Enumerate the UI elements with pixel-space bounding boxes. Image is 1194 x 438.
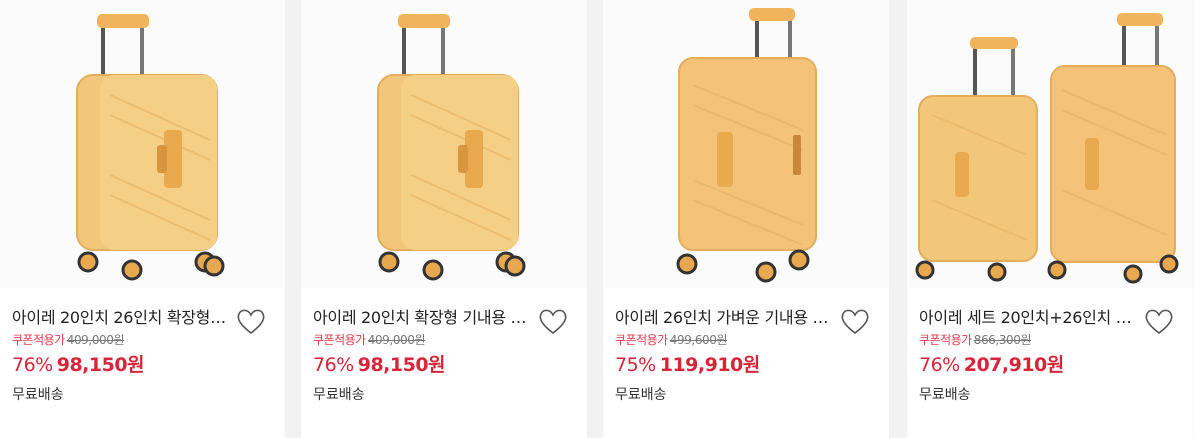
product-card[interactable]: 아이레 26인치 가벼운 기내용 캐리어 쿠폰적용가499,600원 75%11… [603, 0, 889, 438]
coupon-info: 쿠폰적용가 409,000원 [12, 331, 125, 348]
price-info: 75% 119,910원 [615, 350, 760, 377]
product-image[interactable] [907, 0, 1193, 288]
original-price: 409,000원 [66, 333, 125, 347]
sale-price: 119,910원 [659, 354, 761, 376]
discount-rate: 76% [919, 354, 960, 376]
shipping-badge: 무료배송 [313, 387, 365, 403]
shipping-badge: 무료배송 [12, 387, 64, 403]
product-image[interactable] [301, 0, 587, 288]
price-info: 76% 98,150원 [12, 350, 145, 377]
price-info: 76% 98,150원 [313, 350, 446, 377]
original-price: 409,000원 [367, 333, 426, 347]
coupon-label: 쿠폰적용가 [12, 333, 65, 347]
product-grid: 아이레 20인치 26인치 확장형 기내용 캐리어 쿠폰적용가409,000원 … [0, 0, 1194, 438]
coupon-label: 쿠폰적용가 [313, 333, 366, 347]
original-price: 866,300원 [973, 333, 1032, 347]
coupon-label: 쿠폰적용가 [919, 333, 972, 347]
sale-price: 98,150원 [357, 354, 446, 376]
coupon-info: 쿠폰적용가 409,000원 [313, 331, 426, 348]
original-price: 499,600원 [669, 333, 728, 347]
sale-price: 207,910원 [963, 354, 1065, 376]
discount-rate: 75% [615, 354, 656, 376]
coupon-info: 쿠폰적용가 499,600원 [615, 331, 728, 348]
product-image[interactable] [0, 0, 285, 288]
coupon-label: 쿠폰적용가 [615, 333, 668, 347]
product-title[interactable]: 아이레 20인치 26인치 확장형 기내용 캐리어 [12, 304, 227, 328]
heart-outline-icon[interactable] [235, 307, 267, 335]
price-info: 76% 207,910원 [919, 350, 1064, 377]
product-title[interactable]: 아이레 세트 20인치+26인치 캐리어 [919, 304, 1134, 328]
shipping-badge: 무료배송 [919, 387, 971, 403]
discount-rate: 76% [12, 354, 53, 376]
product-card[interactable]: 아이레 20인치 확장형 기내용 캐리어 쿠폰적용가409,000원 76%98… [301, 0, 587, 438]
product-card[interactable]: 아이레 세트 20인치+26인치 캐리어 쿠폰적용가866,300원 76%20… [907, 0, 1193, 438]
product-card[interactable]: 아이레 20인치 26인치 확장형 기내용 캐리어 쿠폰적용가409,000원 … [0, 0, 285, 438]
product-image[interactable] [603, 0, 889, 288]
shipping-badge: 무료배송 [615, 387, 667, 403]
heart-outline-icon[interactable] [839, 307, 871, 335]
product-title[interactable]: 아이레 26인치 가벼운 기내용 캐리어 [615, 304, 830, 328]
product-title[interactable]: 아이레 20인치 확장형 기내용 캐리어 [313, 304, 528, 328]
coupon-info: 쿠폰적용가 866,300원 [919, 331, 1032, 348]
heart-outline-icon[interactable] [537, 307, 569, 335]
sale-price: 98,150원 [56, 354, 145, 376]
discount-rate: 76% [313, 354, 354, 376]
heart-outline-icon[interactable] [1143, 307, 1175, 335]
